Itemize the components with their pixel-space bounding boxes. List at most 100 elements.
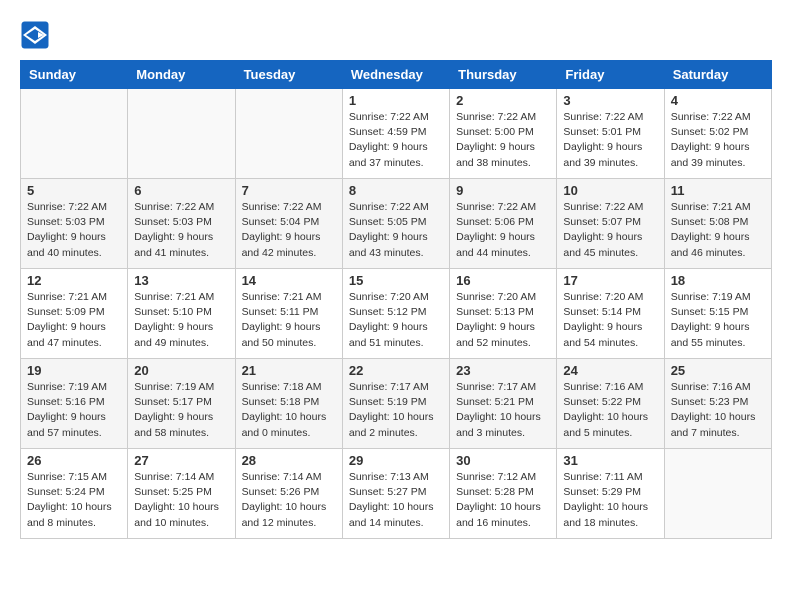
day-number: 31 [563, 453, 657, 468]
calendar-cell: 11 Sunrise: 7:21 AM Sunset: 5:08 PM Dayli… [664, 179, 771, 269]
calendar-cell: 8 Sunrise: 7:22 AM Sunset: 5:05 PM Daylig… [342, 179, 449, 269]
calendar-cell: 21 Sunrise: 7:18 AM Sunset: 5:18 PM Dayli… [235, 359, 342, 449]
calendar-cell: 22 Sunrise: 7:17 AM Sunset: 5:19 PM Dayli… [342, 359, 449, 449]
calendar-header-monday: Monday [128, 61, 235, 89]
day-number: 22 [349, 363, 443, 378]
day-number: 17 [563, 273, 657, 288]
day-info: Sunrise: 7:19 AM Sunset: 5:17 PM Dayligh… [134, 380, 228, 441]
day-info: Sunrise: 7:13 AM Sunset: 5:27 PM Dayligh… [349, 470, 443, 531]
day-info: Sunrise: 7:19 AM Sunset: 5:16 PM Dayligh… [27, 380, 121, 441]
day-number: 7 [242, 183, 336, 198]
day-info: Sunrise: 7:21 AM Sunset: 5:10 PM Dayligh… [134, 290, 228, 351]
day-info: Sunrise: 7:22 AM Sunset: 5:03 PM Dayligh… [27, 200, 121, 261]
day-number: 30 [456, 453, 550, 468]
calendar-cell: 13 Sunrise: 7:21 AM Sunset: 5:10 PM Dayli… [128, 269, 235, 359]
day-info: Sunrise: 7:22 AM Sunset: 5:05 PM Dayligh… [349, 200, 443, 261]
calendar-cell: 7 Sunrise: 7:22 AM Sunset: 5:04 PM Daylig… [235, 179, 342, 269]
calendar-week-row: 19 Sunrise: 7:19 AM Sunset: 5:16 PM Dayli… [21, 359, 772, 449]
day-info: Sunrise: 7:11 AM Sunset: 5:29 PM Dayligh… [563, 470, 657, 531]
day-info: Sunrise: 7:22 AM Sunset: 5:00 PM Dayligh… [456, 110, 550, 171]
calendar-cell: 31 Sunrise: 7:11 AM Sunset: 5:29 PM Dayli… [557, 449, 664, 539]
logo-icon [20, 20, 50, 50]
calendar-cell: 28 Sunrise: 7:14 AM Sunset: 5:26 PM Dayli… [235, 449, 342, 539]
day-number: 1 [349, 93, 443, 108]
day-info: Sunrise: 7:21 AM Sunset: 5:09 PM Dayligh… [27, 290, 121, 351]
calendar-header-wednesday: Wednesday [342, 61, 449, 89]
day-number: 2 [456, 93, 550, 108]
calendar-cell: 1 Sunrise: 7:22 AM Sunset: 4:59 PM Daylig… [342, 89, 449, 179]
calendar-week-row: 1 Sunrise: 7:22 AM Sunset: 4:59 PM Daylig… [21, 89, 772, 179]
calendar-cell: 18Sunrise: 7:19 AM Sunset: 5:15 PM Dayli… [664, 269, 771, 359]
calendar-cell [128, 89, 235, 179]
day-info: Sunrise: 7:20 AM Sunset: 5:14 PM Dayligh… [563, 290, 657, 351]
day-info: Sunrise: 7:22 AM Sunset: 5:06 PM Dayligh… [456, 200, 550, 261]
calendar-header-row: SundayMondayTuesdayWednesdayThursdayFrid… [21, 61, 772, 89]
day-info: Sunrise: 7:21 AM Sunset: 5:11 PM Dayligh… [242, 290, 336, 351]
day-number: 15 [349, 273, 443, 288]
day-number: 9 [456, 183, 550, 198]
day-number: 5 [27, 183, 121, 198]
calendar-cell: 10 Sunrise: 7:22 AM Sunset: 5:07 PM Dayli… [557, 179, 664, 269]
day-info: Sunrise: 7:20 AM Sunset: 5:12 PM Dayligh… [349, 290, 443, 351]
day-number: 18 [671, 273, 765, 288]
day-number: 3 [563, 93, 657, 108]
day-info: Sunrise: 7:22 AM Sunset: 5:04 PM Dayligh… [242, 200, 336, 261]
calendar-cell: 3 Sunrise: 7:22 AM Sunset: 5:01 PM Daylig… [557, 89, 664, 179]
day-number: 24 [563, 363, 657, 378]
day-info: Sunrise: 7:16 AM Sunset: 5:22 PM Dayligh… [563, 380, 657, 441]
calendar-header-saturday: Saturday [664, 61, 771, 89]
day-info: Sunrise: 7:22 AM Sunset: 5:03 PM Dayligh… [134, 200, 228, 261]
calendar-cell: 5 Sunrise: 7:22 AM Sunset: 5:03 PM Daylig… [21, 179, 128, 269]
day-number: 19 [27, 363, 121, 378]
calendar-header-sunday: Sunday [21, 61, 128, 89]
calendar-header-friday: Friday [557, 61, 664, 89]
day-info: Sunrise: 7:14 AM Sunset: 5:26 PM Dayligh… [242, 470, 336, 531]
day-info: Sunrise: 7:17 AM Sunset: 5:21 PM Dayligh… [456, 380, 550, 441]
calendar: SundayMondayTuesdayWednesdayThursdayFrid… [20, 60, 772, 539]
calendar-cell: 16 Sunrise: 7:20 AM Sunset: 5:13 PM Dayli… [450, 269, 557, 359]
day-number: 21 [242, 363, 336, 378]
day-info: Sunrise: 7:14 AM Sunset: 5:25 PM Dayligh… [134, 470, 228, 531]
calendar-week-row: 5 Sunrise: 7:22 AM Sunset: 5:03 PM Daylig… [21, 179, 772, 269]
day-number: 16 [456, 273, 550, 288]
day-info: Sunrise: 7:15 AM Sunset: 5:24 PM Dayligh… [27, 470, 121, 531]
day-number: 20 [134, 363, 228, 378]
day-info: Sunrise: 7:21 AM Sunset: 5:08 PM Dayligh… [671, 200, 765, 261]
calendar-header-tuesday: Tuesday [235, 61, 342, 89]
day-info: Sunrise: 7:18 AM Sunset: 5:18 PM Dayligh… [242, 380, 336, 441]
calendar-week-row: 12 Sunrise: 7:21 AM Sunset: 5:09 PM Dayli… [21, 269, 772, 359]
calendar-cell [235, 89, 342, 179]
calendar-cell: 19 Sunrise: 7:19 AM Sunset: 5:16 PM Dayli… [21, 359, 128, 449]
calendar-cell: 2 Sunrise: 7:22 AM Sunset: 5:00 PM Daylig… [450, 89, 557, 179]
calendar-cell: 12 Sunrise: 7:21 AM Sunset: 5:09 PM Dayli… [21, 269, 128, 359]
calendar-cell: 29Sunrise: 7:13 AM Sunset: 5:27 PM Dayli… [342, 449, 449, 539]
day-number: 27 [134, 453, 228, 468]
day-info: Sunrise: 7:22 AM Sunset: 5:07 PM Dayligh… [563, 200, 657, 261]
day-info: Sunrise: 7:12 AM Sunset: 5:28 PM Dayligh… [456, 470, 550, 531]
day-number: 13 [134, 273, 228, 288]
page-header [20, 20, 772, 50]
day-info: Sunrise: 7:22 AM Sunset: 4:59 PM Dayligh… [349, 110, 443, 171]
calendar-cell: 25Sunrise: 7:16 AM Sunset: 5:23 PM Dayli… [664, 359, 771, 449]
day-number: 10 [563, 183, 657, 198]
day-info: Sunrise: 7:17 AM Sunset: 5:19 PM Dayligh… [349, 380, 443, 441]
day-info: Sunrise: 7:22 AM Sunset: 5:02 PM Dayligh… [671, 110, 765, 171]
day-number: 23 [456, 363, 550, 378]
calendar-cell: 17 Sunrise: 7:20 AM Sunset: 5:14 PM Dayli… [557, 269, 664, 359]
day-info: Sunrise: 7:20 AM Sunset: 5:13 PM Dayligh… [456, 290, 550, 351]
calendar-week-row: 26 Sunrise: 7:15 AM Sunset: 5:24 PM Dayli… [21, 449, 772, 539]
day-number: 14 [242, 273, 336, 288]
calendar-cell: 27 Sunrise: 7:14 AM Sunset: 5:25 PM Dayli… [128, 449, 235, 539]
day-info: Sunrise: 7:22 AM Sunset: 5:01 PM Dayligh… [563, 110, 657, 171]
day-number: 26 [27, 453, 121, 468]
calendar-cell: 6 Sunrise: 7:22 AM Sunset: 5:03 PM Daylig… [128, 179, 235, 269]
calendar-cell: 24 Sunrise: 7:16 AM Sunset: 5:22 PM Dayli… [557, 359, 664, 449]
day-number: 6 [134, 183, 228, 198]
day-number: 11 [671, 183, 765, 198]
day-info: Sunrise: 7:16 AM Sunset: 5:23 PM Dayligh… [671, 380, 765, 441]
day-number: 28 [242, 453, 336, 468]
calendar-cell: 4Sunrise: 7:22 AM Sunset: 5:02 PM Daylig… [664, 89, 771, 179]
day-number: 12 [27, 273, 121, 288]
calendar-cell: 14 Sunrise: 7:21 AM Sunset: 5:11 PM Dayli… [235, 269, 342, 359]
day-number: 8 [349, 183, 443, 198]
